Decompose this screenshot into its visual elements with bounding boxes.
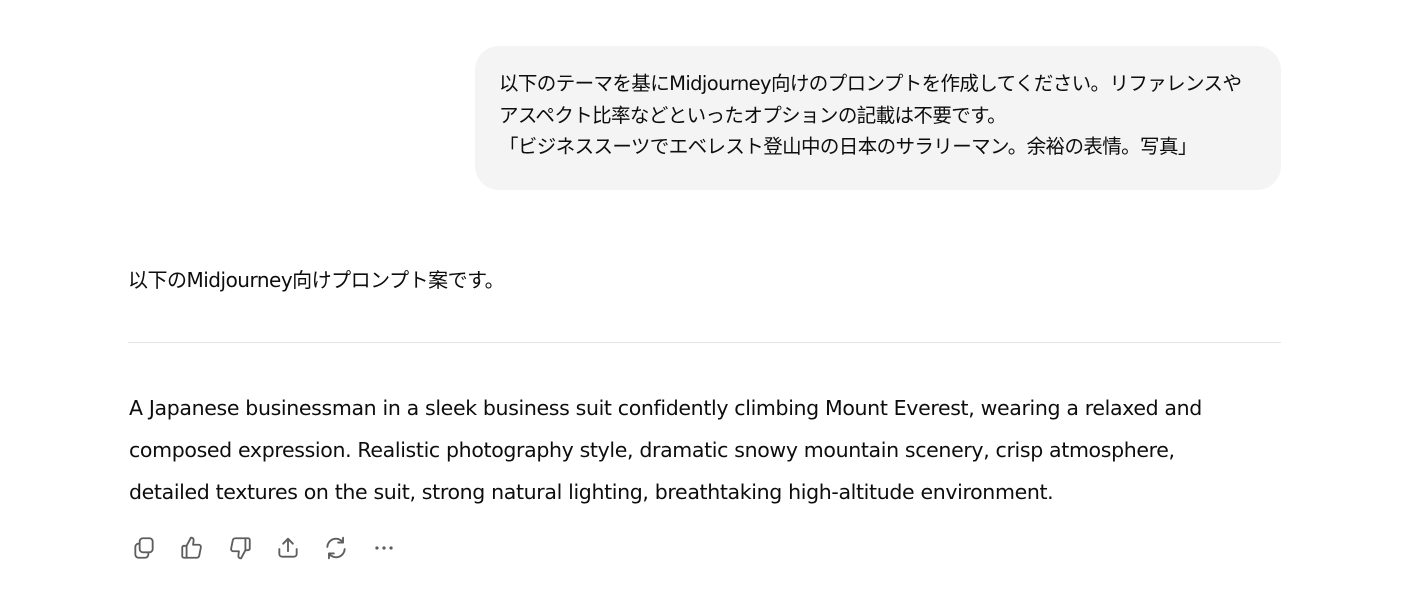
- message-action-bar: [128, 532, 416, 564]
- share-button[interactable]: [272, 532, 304, 564]
- share-icon: [278, 537, 298, 558]
- prompt-line: detailed textures on the suit, strong na…: [129, 480, 1054, 504]
- copy-icon: [134, 537, 154, 559]
- user-message-line: 「ビジネススーツでエベレスト登山中の日本のサラリーマン。余裕の表情。写真」: [499, 135, 1197, 158]
- user-message-line: アスペクト比率などといったオプションの記載は不要です。: [499, 103, 1007, 127]
- more-icon: [375, 546, 393, 550]
- good-response-button[interactable]: [176, 532, 208, 564]
- bad-response-button[interactable]: [224, 532, 256, 564]
- user-message-bubble: 以下のテーマを基にMidjourney向けのプロンプトを作成してください。リファ…: [475, 46, 1281, 190]
- thumbs-down-icon: [230, 537, 251, 560]
- thumbs-up-icon: [181, 536, 202, 559]
- assistant-intro-text: 以下のMidjourney向けプロンプト案です。: [128, 268, 505, 292]
- copy-button[interactable]: [128, 532, 160, 564]
- divider: [128, 342, 1281, 343]
- more-button[interactable]: [368, 532, 400, 564]
- regenerate-button[interactable]: [320, 532, 352, 564]
- prompt-line: A Japanese businessman in a sleek busine…: [129, 396, 1202, 420]
- user-message-line: 以下のテーマを基にMidjourney向けのプロンプトを作成してください。リファ…: [499, 72, 1242, 95]
- regenerate-icon: [326, 536, 346, 560]
- assistant-prompt-text: A Japanese businessman in a sleek busine…: [129, 387, 1289, 513]
- prompt-line: composed expression. Realistic photograp…: [129, 438, 1175, 462]
